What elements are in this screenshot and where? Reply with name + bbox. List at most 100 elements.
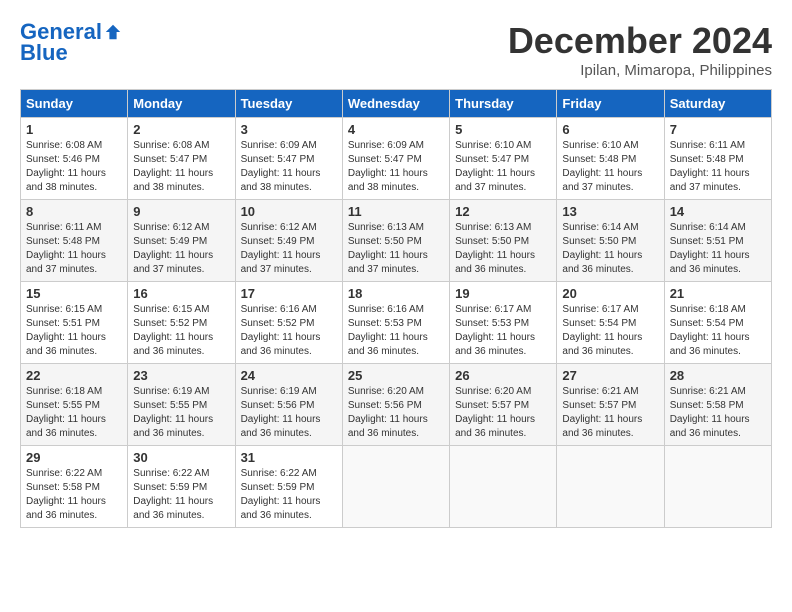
day-info: Sunrise: 6:22 AM Sunset: 5:59 PM Dayligh… xyxy=(133,467,229,523)
calendar-cell: 7 Sunrise: 6:11 AM Sunset: 5:48 PM Daylig… xyxy=(664,118,771,200)
calendar-week-row: 1 Sunrise: 6:08 AM Sunset: 5:46 PM Daylig… xyxy=(21,118,772,200)
calendar-cell: 21 Sunrise: 6:18 AM Sunset: 5:54 PM Dayli… xyxy=(664,282,771,364)
calendar-cell: 11Sunrise: 6:13 AM Sunset: 5:50 PM Dayli… xyxy=(342,200,449,282)
day-info: Sunrise: 6:14 AM Sunset: 5:51 PM Dayligh… xyxy=(670,221,766,277)
day-info: Sunrise: 6:16 AM Sunset: 5:53 PM Dayligh… xyxy=(348,303,444,359)
calendar-cell: 20 Sunrise: 6:17 AM Sunset: 5:54 PM Dayli… xyxy=(557,282,664,364)
day-number: 7 xyxy=(670,122,766,137)
day-number: 21 xyxy=(670,286,766,301)
day-number: 26 xyxy=(455,368,551,383)
day-number: 24 xyxy=(241,368,337,383)
day-info: Sunrise: 6:18 AM Sunset: 5:55 PM Dayligh… xyxy=(26,385,122,441)
day-info: Sunrise: 6:11 AM Sunset: 5:48 PM Dayligh… xyxy=(670,139,766,195)
day-info: Sunrise: 6:20 AM Sunset: 5:56 PM Dayligh… xyxy=(348,385,444,441)
calendar-cell xyxy=(664,446,771,528)
day-info: Sunrise: 6:15 AM Sunset: 5:51 PM Dayligh… xyxy=(26,303,122,359)
calendar-cell: 26 Sunrise: 6:20 AM Sunset: 5:57 PM Dayli… xyxy=(450,364,557,446)
day-info: Sunrise: 6:19 AM Sunset: 5:56 PM Dayligh… xyxy=(241,385,337,441)
month-title: December 2024 xyxy=(508,20,772,62)
calendar-cell: 17 Sunrise: 6:16 AM Sunset: 5:52 PM Dayli… xyxy=(235,282,342,364)
location: Ipilan, Mimaropa, Philippines xyxy=(508,62,772,79)
calendar-cell: 30Sunrise: 6:22 AM Sunset: 5:59 PM Dayli… xyxy=(128,446,235,528)
day-info: Sunrise: 6:17 AM Sunset: 5:53 PM Dayligh… xyxy=(455,303,551,359)
calendar-cell: 13 Sunrise: 6:14 AM Sunset: 5:50 PM Dayli… xyxy=(557,200,664,282)
calendar-cell: 3Sunrise: 6:09 AM Sunset: 5:47 PM Daylig… xyxy=(235,118,342,200)
calendar-cell: 27 Sunrise: 6:21 AM Sunset: 5:57 PM Dayli… xyxy=(557,364,664,446)
day-info: Sunrise: 6:16 AM Sunset: 5:52 PM Dayligh… xyxy=(241,303,337,359)
day-info: Sunrise: 6:09 AM Sunset: 5:47 PM Dayligh… xyxy=(348,139,444,195)
calendar-cell: 5Sunrise: 6:10 AM Sunset: 5:47 PM Daylig… xyxy=(450,118,557,200)
calendar-cell: 28 Sunrise: 6:21 AM Sunset: 5:58 PM Dayli… xyxy=(664,364,771,446)
day-info: Sunrise: 6:18 AM Sunset: 5:54 PM Dayligh… xyxy=(670,303,766,359)
logo: General Blue xyxy=(20,20,122,66)
calendar-cell: 16 Sunrise: 6:15 AM Sunset: 5:52 PM Dayli… xyxy=(128,282,235,364)
day-info: Sunrise: 6:13 AM Sunset: 5:50 PM Dayligh… xyxy=(455,221,551,277)
day-number: 10 xyxy=(241,204,337,219)
day-number: 11 xyxy=(348,204,444,219)
day-number: 19 xyxy=(455,286,551,301)
day-number: 18 xyxy=(348,286,444,301)
day-info: Sunrise: 6:21 AM Sunset: 5:57 PM Dayligh… xyxy=(562,385,658,441)
day-info: Sunrise: 6:15 AM Sunset: 5:52 PM Dayligh… xyxy=(133,303,229,359)
calendar-cell: 23Sunrise: 6:19 AM Sunset: 5:55 PM Dayli… xyxy=(128,364,235,446)
day-number: 22 xyxy=(26,368,122,383)
day-info: Sunrise: 6:12 AM Sunset: 5:49 PM Dayligh… xyxy=(133,221,229,277)
day-info: Sunrise: 6:10 AM Sunset: 5:48 PM Dayligh… xyxy=(562,139,658,195)
day-number: 25 xyxy=(348,368,444,383)
day-info: Sunrise: 6:08 AM Sunset: 5:47 PM Dayligh… xyxy=(133,139,229,195)
day-info: Sunrise: 6:21 AM Sunset: 5:58 PM Dayligh… xyxy=(670,385,766,441)
calendar-cell xyxy=(342,446,449,528)
calendar-cell: 22 Sunrise: 6:18 AM Sunset: 5:55 PM Dayli… xyxy=(21,364,128,446)
calendar-cell xyxy=(450,446,557,528)
logo-icon xyxy=(104,23,122,41)
weekday-header: Sunday xyxy=(21,90,128,118)
calendar-week-row: 22 Sunrise: 6:18 AM Sunset: 5:55 PM Dayli… xyxy=(21,364,772,446)
day-info: Sunrise: 6:17 AM Sunset: 5:54 PM Dayligh… xyxy=(562,303,658,359)
day-number: 16 xyxy=(133,286,229,301)
calendar-cell: 2 Sunrise: 6:08 AM Sunset: 5:47 PM Daylig… xyxy=(128,118,235,200)
day-info: Sunrise: 6:11 AM Sunset: 5:48 PM Dayligh… xyxy=(26,221,122,277)
day-info: Sunrise: 6:22 AM Sunset: 5:58 PM Dayligh… xyxy=(26,467,122,523)
day-info: Sunrise: 6:09 AM Sunset: 5:47 PM Dayligh… xyxy=(241,139,337,195)
day-number: 13 xyxy=(562,204,658,219)
day-number: 5 xyxy=(455,122,551,137)
day-number: 17 xyxy=(241,286,337,301)
calendar-week-row: 8 Sunrise: 6:11 AM Sunset: 5:48 PM Daylig… xyxy=(21,200,772,282)
calendar-week-row: 15 Sunrise: 6:15 AM Sunset: 5:51 PM Dayli… xyxy=(21,282,772,364)
calendar-cell: 4 Sunrise: 6:09 AM Sunset: 5:47 PM Daylig… xyxy=(342,118,449,200)
weekday-header: Saturday xyxy=(664,90,771,118)
calendar-cell: 25 Sunrise: 6:20 AM Sunset: 5:56 PM Dayli… xyxy=(342,364,449,446)
day-info: Sunrise: 6:08 AM Sunset: 5:46 PM Dayligh… xyxy=(26,139,122,195)
calendar-cell: 19 Sunrise: 6:17 AM Sunset: 5:53 PM Dayli… xyxy=(450,282,557,364)
day-number: 27 xyxy=(562,368,658,383)
weekday-header: Wednesday xyxy=(342,90,449,118)
calendar-cell: 9Sunrise: 6:12 AM Sunset: 5:49 PM Daylig… xyxy=(128,200,235,282)
day-number: 14 xyxy=(670,204,766,219)
day-info: Sunrise: 6:22 AM Sunset: 5:59 PM Dayligh… xyxy=(241,467,337,523)
day-info: Sunrise: 6:20 AM Sunset: 5:57 PM Dayligh… xyxy=(455,385,551,441)
calendar-cell: 18 Sunrise: 6:16 AM Sunset: 5:53 PM Dayli… xyxy=(342,282,449,364)
day-number: 1 xyxy=(26,122,122,137)
weekday-header: Monday xyxy=(128,90,235,118)
day-number: 12 xyxy=(455,204,551,219)
day-number: 20 xyxy=(562,286,658,301)
calendar-cell xyxy=(557,446,664,528)
calendar-cell: 12 Sunrise: 6:13 AM Sunset: 5:50 PM Dayli… xyxy=(450,200,557,282)
calendar-cell: 31Sunrise: 6:22 AM Sunset: 5:59 PM Dayli… xyxy=(235,446,342,528)
day-number: 15 xyxy=(26,286,122,301)
calendar-cell: 1 Sunrise: 6:08 AM Sunset: 5:46 PM Daylig… xyxy=(21,118,128,200)
day-number: 2 xyxy=(133,122,229,137)
day-number: 29 xyxy=(26,450,122,465)
weekday-header-row: SundayMondayTuesdayWednesdayThursdayFrid… xyxy=(21,90,772,118)
day-number: 8 xyxy=(26,204,122,219)
weekday-header: Friday xyxy=(557,90,664,118)
calendar-cell: 8 Sunrise: 6:11 AM Sunset: 5:48 PM Daylig… xyxy=(21,200,128,282)
day-number: 23 xyxy=(133,368,229,383)
calendar-table: SundayMondayTuesdayWednesdayThursdayFrid… xyxy=(20,89,772,528)
day-number: 28 xyxy=(670,368,766,383)
day-number: 6 xyxy=(562,122,658,137)
day-number: 4 xyxy=(348,122,444,137)
calendar-cell: 29 Sunrise: 6:22 AM Sunset: 5:58 PM Dayli… xyxy=(21,446,128,528)
day-info: Sunrise: 6:14 AM Sunset: 5:50 PM Dayligh… xyxy=(562,221,658,277)
header: General Blue December 2024 Ipilan, Mimar… xyxy=(20,20,772,79)
